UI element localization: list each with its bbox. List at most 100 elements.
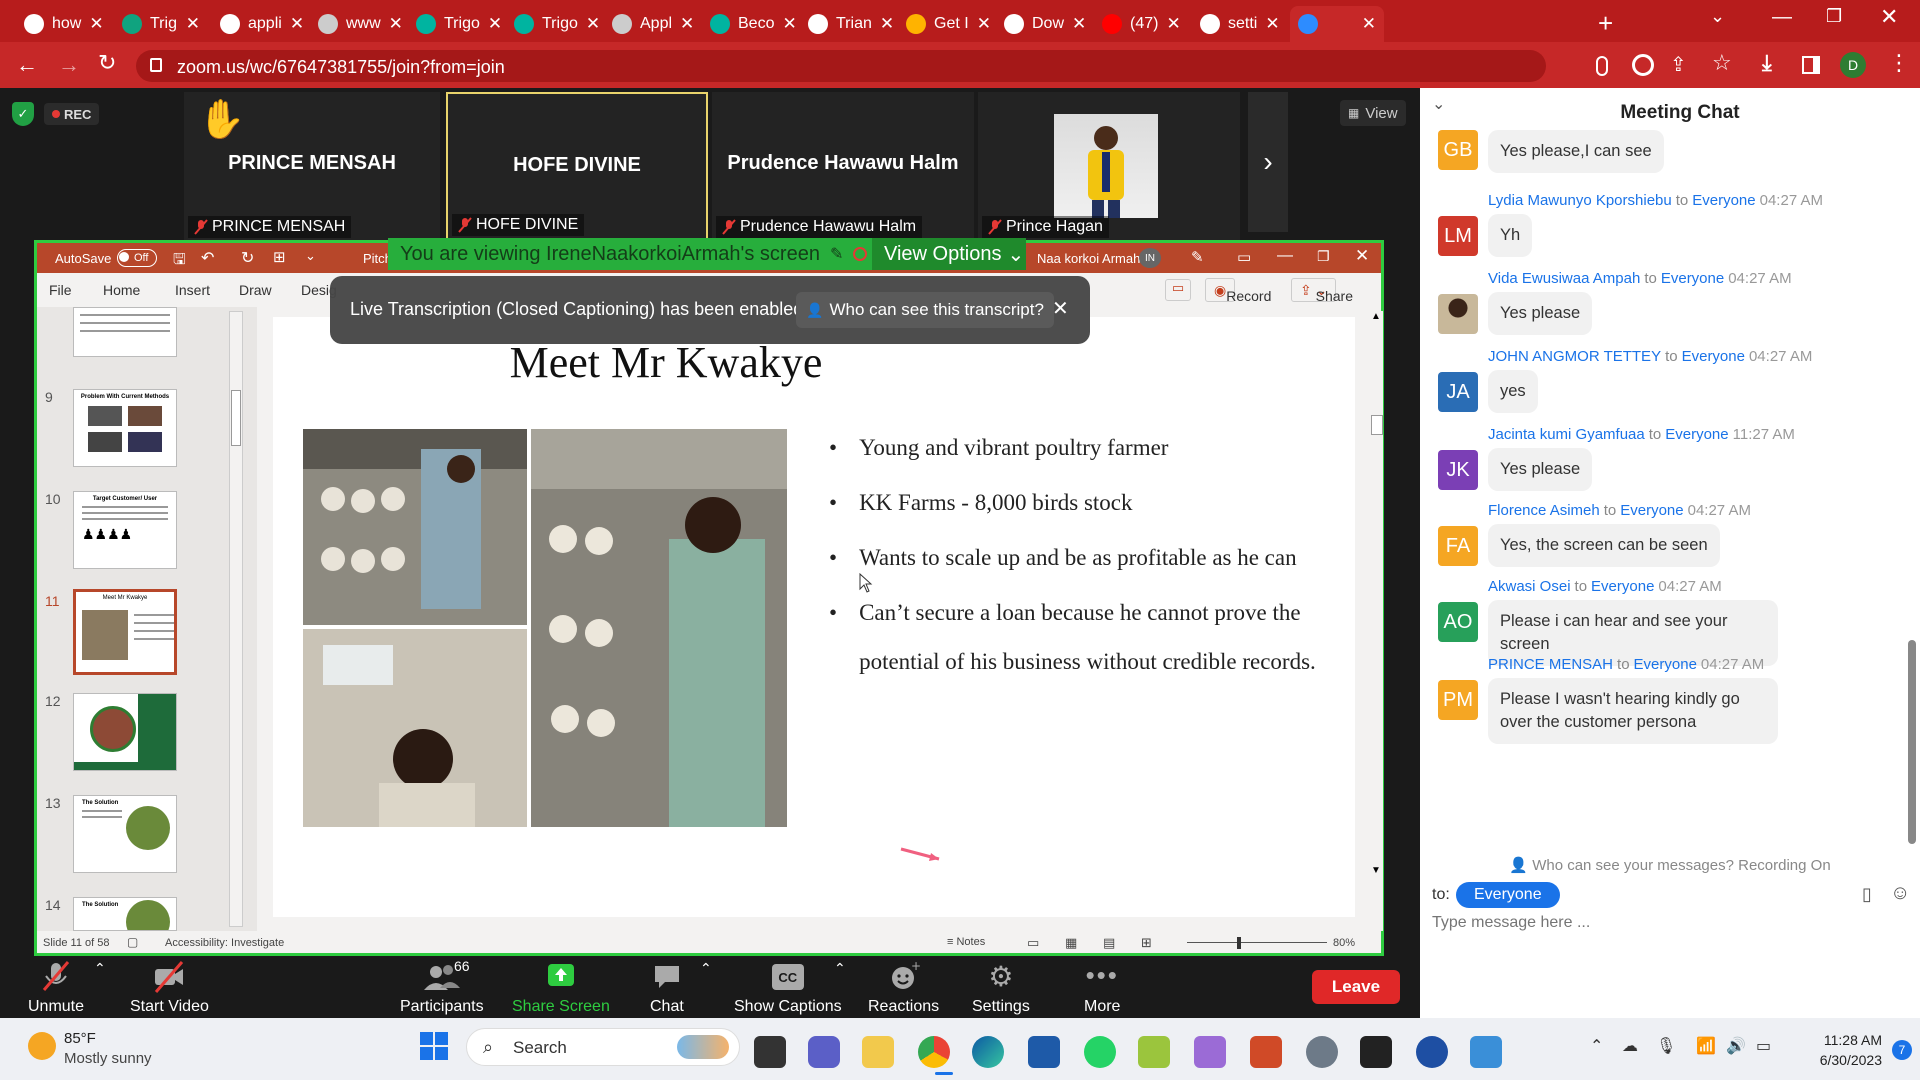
clock-time[interactable]: 11:28 AM [1798,1032,1882,1048]
close-tab-icon[interactable]: ✕ [977,14,991,34]
volume-icon[interactable]: 🔊 [1726,1036,1746,1056]
download-icon[interactable]: ⤓ [1762,50,1772,76]
photos-icon[interactable] [1470,1036,1502,1068]
spelling-icon[interactable]: ▢ [127,935,138,949]
file-attach-icon[interactable]: ▯ [1862,884,1872,905]
reading-view-icon[interactable]: ▤ [1103,935,1115,951]
forward-icon[interactable]: → [58,52,80,78]
avatar[interactable]: JK [1438,450,1478,490]
participant-thumb-prince-hagan[interactable]: Prince Hagan [978,92,1240,240]
shared-screen-powerpoint[interactable]: AutoSave Off 🖫 ↶ ↻ ⊞ ⌄ Pitch Naa korkoi … [34,240,1384,956]
pen-icon[interactable]: ✎ [1191,248,1204,266]
reload-icon[interactable]: ↻ [98,50,116,76]
task-view-icon[interactable] [754,1036,786,1068]
tab-search-icon[interactable]: ⌄ [1710,6,1725,27]
slide-thumb-12[interactable] [73,693,177,771]
file-explorer-icon[interactable] [862,1036,894,1068]
share-button[interactable]: ⇪ Share ⌄ [1291,278,1353,304]
whatsapp-icon[interactable] [1084,1036,1116,1068]
settings-gear-icon[interactable] [1306,1036,1338,1068]
accessibility-status[interactable]: Accessibility: Investigate [165,937,284,949]
chat-scrollbar[interactable] [1908,640,1916,844]
maximize-window-button[interactable]: ❐ [1826,6,1842,27]
record-button[interactable]: ◉ Record [1205,278,1271,304]
emoji-icon[interactable]: ☺ [1890,882,1910,905]
captions-options-caret-icon[interactable]: ⌃ [834,960,846,977]
browser-tab[interactable]: www ✕ [310,6,404,42]
redo-icon[interactable]: ↻ [241,248,254,268]
view-options-dropdown[interactable]: View Options ⌄ [872,238,1026,270]
close-tab-icon[interactable]: ✕ [1265,14,1279,34]
zoom-percent[interactable]: 80% [1333,937,1355,949]
close-tab-icon[interactable]: ✕ [89,14,103,34]
lock-icon[interactable] [150,58,162,72]
tray-mic-icon[interactable]: 🎙 [1656,1036,1676,1056]
avatar[interactable] [1438,294,1478,334]
menu-kebab-icon[interactable]: ⋮ [1888,50,1910,76]
chat-button[interactable]: Chat [650,960,684,1016]
slide-scrollbar[interactable]: ▲ ▼ [1371,311,1383,931]
view-button[interactable]: ▦ View [1340,100,1406,126]
browser-tab[interactable]: Appl ✕ [604,6,698,42]
participant-thumb-prince-mensah[interactable]: ✋ PRINCE MENSAH PRINCE MENSAH [184,92,440,240]
taskbar-search-box[interactable]: ⌕ Search [466,1028,740,1066]
participants-button[interactable]: Participants [400,960,484,1016]
who-can-see-transcript-button[interactable]: 👤 Who can see this transcript? [796,292,1054,328]
browser-tab[interactable]: appli ✕ [212,6,306,42]
avatar[interactable]: PM [1438,680,1478,720]
browser-tab[interactable]: Dow ✕ [996,6,1090,42]
ppt-restore-button[interactable]: ❐ [1317,248,1330,265]
browser-tab[interactable]: (47) ✕ [1094,6,1188,42]
customize-qat-icon[interactable]: ⌄ [305,248,316,264]
slide-thumb-9[interactable]: Problem With Current Methods [73,389,177,467]
menu-draw[interactable]: Draw [239,282,272,298]
sun-weather-icon[interactable] [28,1032,56,1060]
notes-button[interactable]: ≡ Notes [947,936,985,948]
chat-options-caret-icon[interactable]: ⌃ [700,960,712,977]
snipping-tool-icon[interactable] [1194,1036,1226,1068]
next-participants-chevron-icon[interactable]: › [1248,92,1288,232]
audio-options-caret-icon[interactable]: ⌃ [94,960,106,977]
close-notice-icon[interactable]: ✕ [1052,296,1069,321]
slide-thumb-11-selected[interactable]: Meet Mr Kwakye [73,589,177,675]
reactions-button[interactable]: + Reactions [868,960,939,1016]
browser-tab[interactable]: Trian ✕ [800,6,894,42]
slide-thumb-8[interactable] [73,307,177,357]
browser-tab[interactable]: how ✕ [16,6,110,42]
close-window-button[interactable]: ✕ [1880,4,1898,30]
bookmark-star-icon[interactable]: ☆ [1712,50,1732,76]
unmute-button[interactable]: Unmute [28,960,84,1016]
chat-message-input[interactable] [1432,908,1902,938]
save-icon[interactable]: 🖫 [173,249,186,274]
slide-thumbnails-pane[interactable]: 9 Problem With Current Methods 10 Target… [37,307,257,931]
edge-icon[interactable] [972,1036,1004,1068]
side-panel-icon[interactable] [1802,56,1820,74]
close-tab-icon[interactable]: ✕ [680,14,694,34]
close-tab-icon[interactable]: ✕ [782,14,796,34]
menu-home[interactable]: Home [103,282,140,298]
slide-thumb-13[interactable]: The Solution [73,795,177,873]
upwork-icon[interactable] [1138,1036,1170,1068]
comments-icon[interactable]: ▭ [1165,279,1191,301]
close-tab-icon[interactable]: ✕ [1166,14,1180,34]
weather-temperature[interactable]: 85°F [64,1030,96,1047]
profile-avatar[interactable]: D [1840,52,1866,78]
tray-network-icon[interactable]: ☁ [1622,1036,1638,1056]
powerpoint-icon[interactable] [1250,1036,1282,1068]
chrome-icon[interactable] [918,1036,950,1068]
google-lens-icon[interactable] [1632,54,1654,76]
start-video-button[interactable]: Start Video [130,960,209,1016]
microphone-icon[interactable] [1596,56,1608,76]
url-text[interactable]: zoom.us/wc/67647381755/join?from=join [177,57,505,78]
close-tab-icon[interactable]: ✕ [586,14,600,34]
notification-count-badge[interactable]: 7 [1892,1040,1912,1060]
slide-thumb-14[interactable]: The Solution [73,897,177,931]
user-initials-avatar[interactable]: IN [1139,248,1161,268]
new-tab-button[interactable]: + [1598,8,1613,39]
close-tab-icon[interactable]: ✕ [488,14,502,34]
recipient-dropdown[interactable]: Everyone [1456,882,1560,908]
menu-file[interactable]: File [49,282,72,298]
browser-tab[interactable]: Trigo ✕ [408,6,502,42]
tray-chevron-icon[interactable]: ⌃ [1590,1036,1603,1056]
browser-tab[interactable]: Trigo ✕ [506,6,600,42]
